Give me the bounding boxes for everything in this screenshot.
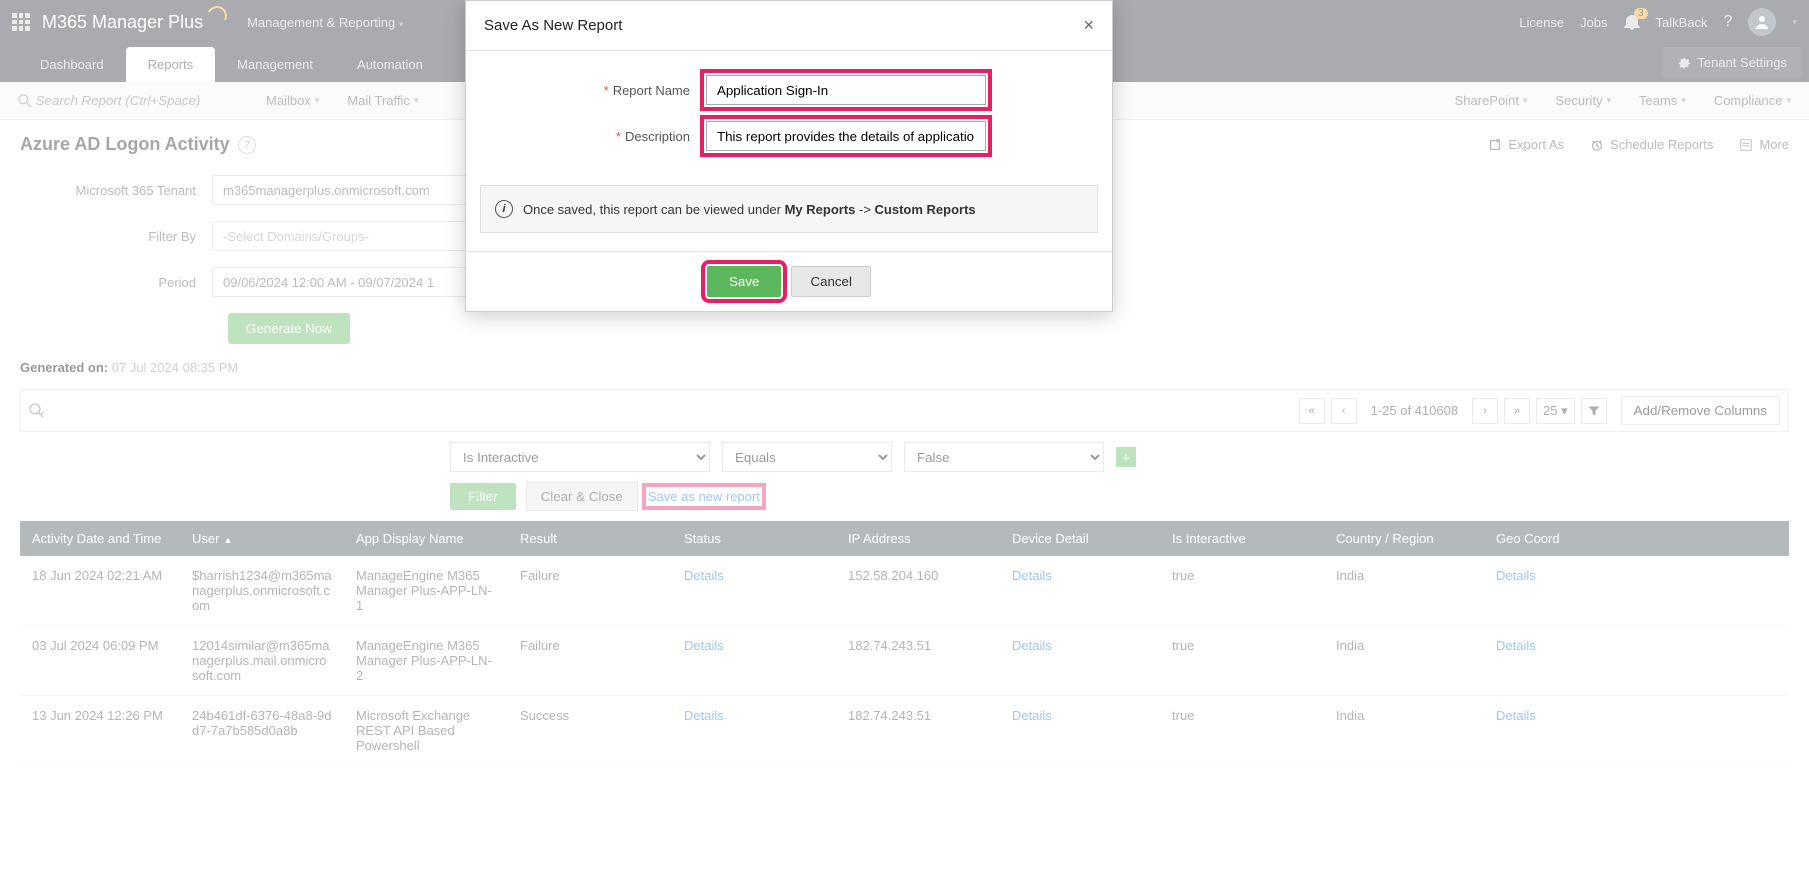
report-name-input[interactable] [706,75,986,105]
info-icon: i [495,200,513,218]
save-report-modal: Save As New Report × *Report Name *Descr… [465,0,1113,312]
modal-close-button[interactable]: × [1083,15,1094,36]
description-input[interactable] [706,121,986,151]
modal-title: Save As New Report [484,17,622,34]
report-name-label: *Report Name [496,83,706,98]
modal-info-box: i Once saved, this report can be viewed … [480,185,1098,233]
modal-cancel-button[interactable]: Cancel [791,266,871,297]
modal-save-button[interactable]: Save [707,266,781,297]
description-label: *Description [496,129,706,144]
